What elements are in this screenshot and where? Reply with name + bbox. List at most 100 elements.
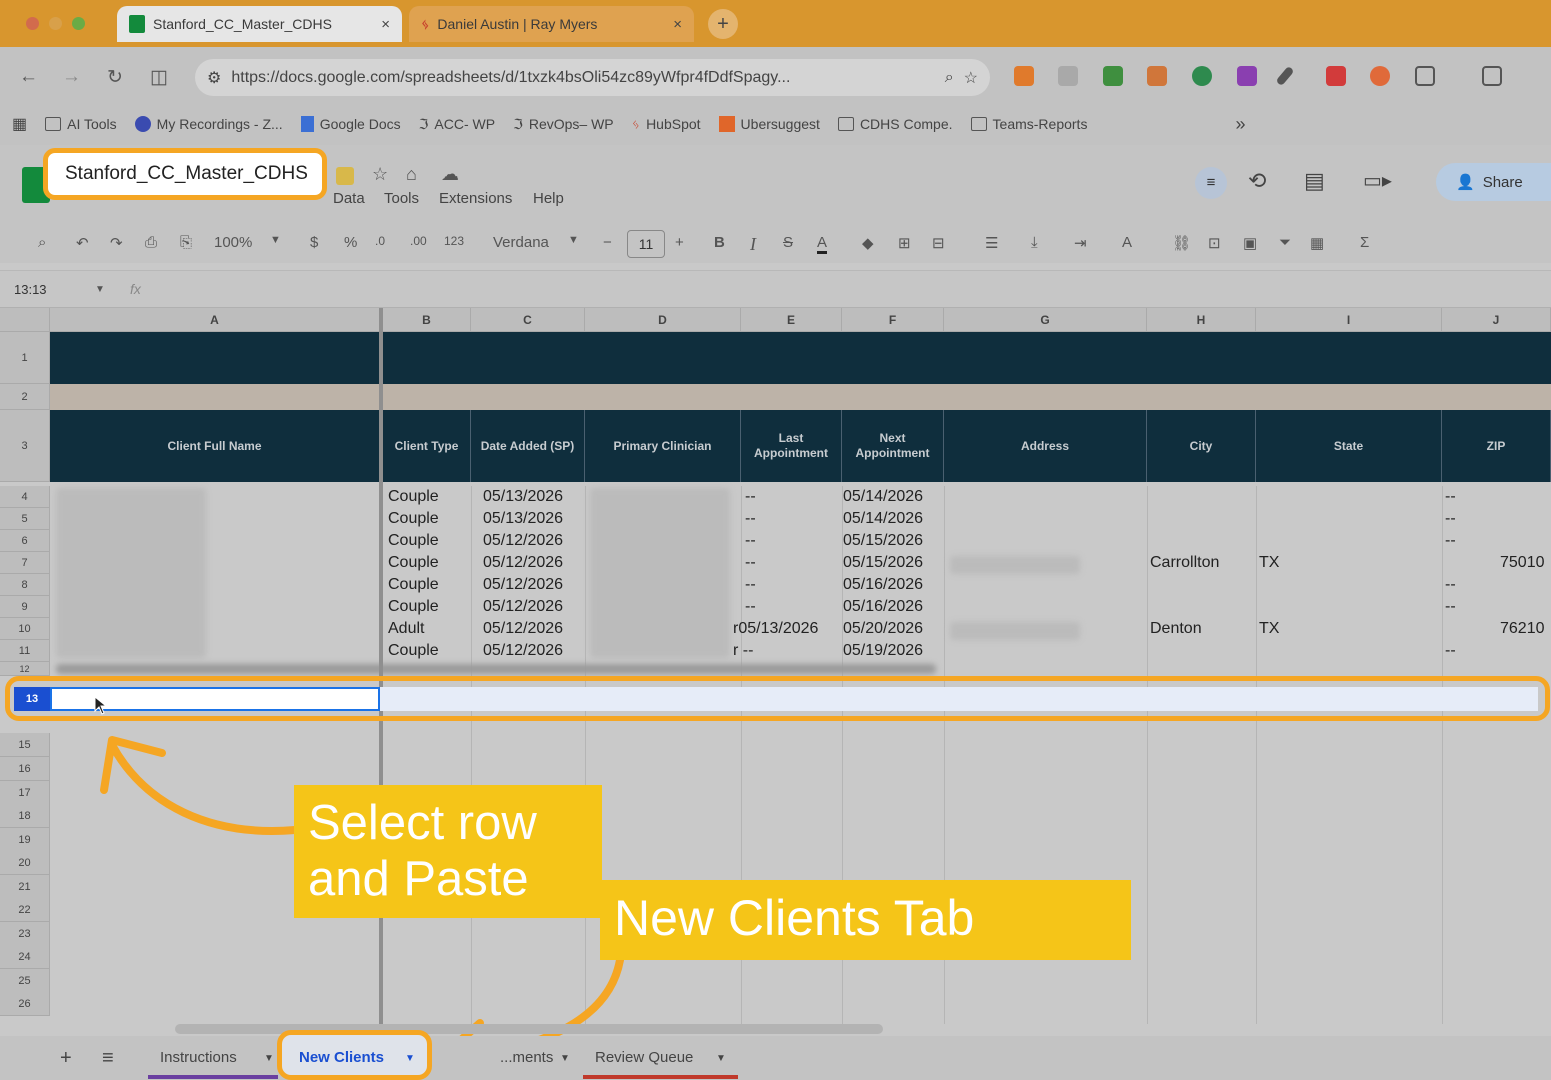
row-header[interactable]: 24 [0, 945, 50, 969]
align-horizontal-icon[interactable]: ☰ [985, 234, 998, 252]
forward-arrow-icon[interactable]: → [62, 66, 81, 88]
filter-icon[interactable]: ⏷ [1279, 234, 1291, 251]
reader-mode-icon[interactable]: ◫ [150, 66, 168, 89]
cell-next-appt[interactable]: 05/19/2026 [843, 640, 923, 662]
row-header[interactable]: 11 [0, 640, 50, 662]
bookmark-ai-tools[interactable]: AI Tools [45, 116, 117, 132]
meet-icon[interactable]: ▭▸ [1363, 168, 1392, 193]
window-minimize-control[interactable] [49, 17, 62, 30]
cell-zip[interactable]: -- [1445, 640, 1456, 662]
extension-icon[interactable] [1326, 66, 1346, 86]
bookmark-acc-wp[interactable]: ℑ ACC- WP [419, 116, 495, 133]
cell-next-appt[interactable]: 05/16/2026 [843, 596, 923, 618]
cell-last-appt[interactable]: -- [745, 530, 756, 552]
cell-client-type[interactable]: Couple [388, 508, 439, 530]
insert-comment-icon[interactable]: ⊡ [1208, 234, 1221, 252]
cell-client-type[interactable]: Couple [388, 640, 439, 662]
header-zip[interactable]: ZIP [1442, 410, 1551, 482]
cell-date-added[interactable]: 05/12/2026 [483, 574, 563, 596]
paint-format-icon[interactable]: ⎘ [180, 234, 192, 251]
row-header[interactable]: 21 [0, 875, 50, 899]
new-tab-button[interactable]: + [708, 9, 738, 39]
row-header[interactable]: 12 [0, 662, 50, 676]
column-header-e[interactable]: E [741, 308, 842, 332]
cell-next-appt[interactable]: 05/14/2026 [843, 486, 923, 508]
cell-next-appt[interactable]: 05/16/2026 [843, 574, 923, 596]
row-header[interactable]: 7 [0, 552, 50, 574]
row-header[interactable]: 5 [0, 508, 50, 530]
insert-link-icon[interactable]: ⛓ [1172, 234, 1191, 252]
text-wrap-icon[interactable]: ⇥ [1074, 234, 1087, 252]
cell-last-appt[interactable]: -- [745, 552, 756, 574]
filter-views-icon[interactable]: ▦ [1310, 234, 1324, 252]
bookmark-teams-reports[interactable]: Teams-Reports [970, 116, 1087, 132]
header-city[interactable]: City [1147, 410, 1256, 482]
row-header[interactable]: 3 [0, 410, 50, 482]
cell-client-type[interactable]: Couple [388, 596, 439, 618]
cell-last-appt[interactable]: -- [745, 486, 756, 508]
print-icon[interactable]: ⎙ [145, 234, 157, 251]
search-menus-icon[interactable]: ⌕ [38, 234, 46, 251]
chevron-down-icon[interactable]: ▼ [405, 1053, 415, 1064]
currency-format-button[interactable]: $ [310, 234, 318, 251]
formula-input[interactable] [150, 272, 1551, 306]
sheet-tab-instructions[interactable]: Instructions [160, 1049, 237, 1066]
cell-client-type[interactable]: Couple [388, 530, 439, 552]
extension-icon[interactable] [1237, 66, 1257, 86]
cell-date-added[interactable]: 05/12/2026 [483, 640, 563, 662]
hubspot-extension-icon[interactable] [1014, 66, 1034, 86]
chevron-down-icon[interactable]: ▼ [716, 1053, 726, 1064]
cell-client-type[interactable]: Couple [388, 552, 439, 574]
extensions-puzzle-icon[interactable] [1415, 66, 1435, 86]
cell-date-added[interactable]: 05/12/2026 [483, 530, 563, 552]
chevron-down-icon[interactable]: ▼ [560, 1053, 570, 1064]
cell-zip[interactable]: -- [1445, 530, 1456, 552]
bookmark-star-icon[interactable]: ☆ [964, 68, 978, 88]
percent-format-button[interactable]: % [344, 234, 357, 251]
font-size-input[interactable]: 11 [627, 230, 665, 258]
merge-cells-icon[interactable]: ⊟ [932, 234, 945, 252]
side-panel-icon[interactable] [1482, 66, 1502, 86]
header-address[interactable]: Address [944, 410, 1147, 482]
grammarly-extension-icon[interactable] [1192, 66, 1212, 86]
cell-zip[interactable]: -- [1445, 596, 1456, 618]
header-state[interactable]: State [1256, 410, 1442, 482]
text-rotation-icon[interactable]: A [1122, 234, 1132, 251]
row-header[interactable]: 26 [0, 992, 50, 1016]
row-header[interactable]: 8 [0, 574, 50, 596]
menu-tools[interactable]: Tools [384, 190, 419, 207]
cell-zip[interactable]: -- [1445, 486, 1456, 508]
cell-state[interactable]: TX [1259, 618, 1279, 640]
browser-tab-sheets[interactable]: Stanford_CC_Master_CDHS × [117, 6, 402, 42]
row-header[interactable]: 4 [0, 486, 50, 508]
column-header-i[interactable]: I [1256, 308, 1442, 332]
comments-icon[interactable]: ▤ [1304, 168, 1325, 194]
star-icon[interactable]: ☆ [372, 164, 388, 185]
header-primary-clinician[interactable]: Primary Clinician [585, 410, 741, 482]
borders-icon[interactable]: ⊞ [898, 234, 911, 252]
all-sheets-button[interactable]: ≡ [102, 1047, 114, 1070]
close-icon[interactable]: × [673, 16, 682, 33]
row-header[interactable]: 17 [0, 781, 50, 805]
sheet-tab-review-queue[interactable]: Review Queue [595, 1049, 693, 1066]
document-title[interactable]: Stanford_CC_Master_CDHS [43, 148, 327, 200]
functions-button[interactable]: Σ [1360, 234, 1369, 251]
bookmark-hubspot[interactable]: ᛃ HubSpot [632, 116, 701, 132]
cell-next-appt[interactable]: 05/14/2026 [843, 508, 923, 530]
align-vertical-icon[interactable]: ⤓ [1031, 234, 1038, 251]
header-last-appointment[interactable]: Last Appointment [741, 410, 842, 482]
cell-zip[interactable]: 76210 [1500, 618, 1545, 640]
row-header[interactable]: 15 [0, 733, 50, 757]
decrease-decimal-button[interactable]: .0 [375, 234, 385, 248]
decrease-font-size-button[interactable]: − [603, 234, 612, 251]
cell-date-added[interactable]: 05/13/2026 [483, 486, 563, 508]
row-header[interactable]: 10 [0, 618, 50, 640]
cell-next-appt[interactable]: 05/15/2026 [843, 530, 923, 552]
bookmark-cdhs-compe[interactable]: CDHS Compe. [837, 116, 953, 132]
move-folder-icon[interactable] [336, 167, 354, 185]
row-header[interactable]: 23 [0, 922, 50, 946]
redo-icon[interactable]: ↷ [110, 234, 123, 252]
extension-icon[interactable] [1147, 66, 1167, 86]
name-box[interactable]: 13:13 [14, 282, 47, 297]
cell-next-appt[interactable]: 05/15/2026 [843, 552, 923, 574]
